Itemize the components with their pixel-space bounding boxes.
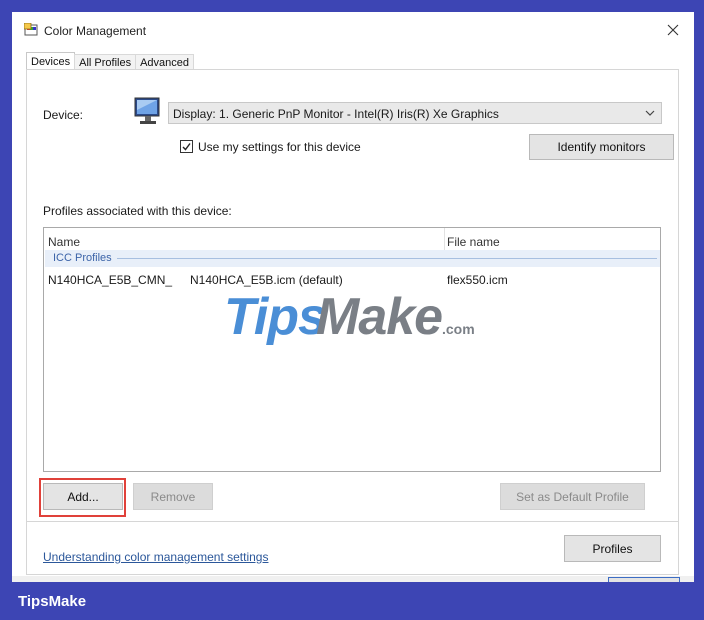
color-management-icon (24, 23, 38, 36)
profile-name-default-cell: N140HCA_E5B.icm (default) (190, 273, 343, 287)
profile-name-cell: N140HCA_E5B_CMN_ (48, 273, 173, 287)
watermark-com: .com (442, 321, 475, 337)
remove-button[interactable]: Remove (133, 483, 213, 510)
group-label: ICC Profiles (53, 252, 112, 264)
group-header-icc-profiles[interactable]: ICC Profiles (45, 250, 660, 267)
devices-panel: Device: Display: 1. Generic PnP Monitor … (26, 69, 679, 575)
brand-label: TipsMake (18, 593, 87, 610)
checkmark-icon (182, 143, 191, 151)
identify-monitors-button[interactable]: Identify monitors (529, 134, 674, 160)
divider (27, 521, 678, 522)
group-divider (117, 258, 657, 259)
profiles-button[interactable]: Profiles (564, 535, 661, 562)
column-separator (444, 228, 445, 250)
close-button[interactable] (662, 20, 684, 40)
column-header-file-name[interactable]: File name (447, 235, 500, 249)
tab-advanced[interactable]: Advanced (135, 54, 195, 70)
profile-file-cell: flex550.icm (447, 273, 508, 287)
close-dialog-button[interactable] (608, 577, 680, 582)
title-bar: Color Management (12, 12, 694, 50)
chevron-down-icon (645, 110, 655, 116)
add-button[interactable]: Add... (43, 483, 123, 510)
column-header-name[interactable]: Name (48, 235, 80, 249)
window-title: Color Management (44, 24, 147, 38)
device-label: Device: (43, 108, 84, 122)
tab-strip: Devices All Profiles Advanced (26, 52, 195, 70)
help-link[interactable]: Understanding color management settings (43, 550, 268, 564)
use-settings-label: Use my settings for this device (198, 140, 361, 154)
tipsmake-watermark: Tips Make .com (224, 288, 475, 346)
profiles-section-label: Profiles associated with this device: (43, 204, 232, 218)
color-management-window: Color Management Devices All Profiles Ad… (12, 12, 694, 582)
device-dropdown-value: Display: 1. Generic PnP Monitor - Intel(… (173, 107, 499, 121)
watermark-tips: Tips (224, 288, 326, 346)
profiles-list[interactable]: Name File name ICC Profiles N140HCA_E5B_… (43, 227, 661, 472)
watermark-make: Make (316, 288, 442, 346)
close-icon (667, 24, 679, 36)
tab-all-profiles[interactable]: All Profiles (74, 54, 137, 70)
device-dropdown[interactable]: Display: 1. Generic PnP Monitor - Intel(… (168, 102, 662, 124)
monitor-icon (134, 97, 160, 124)
use-settings-checkbox[interactable] (180, 140, 193, 153)
tab-devices[interactable]: Devices (26, 52, 76, 70)
set-default-profile-button[interactable]: Set as Default Profile (500, 483, 645, 510)
dialog-footer-strip (12, 576, 694, 582)
